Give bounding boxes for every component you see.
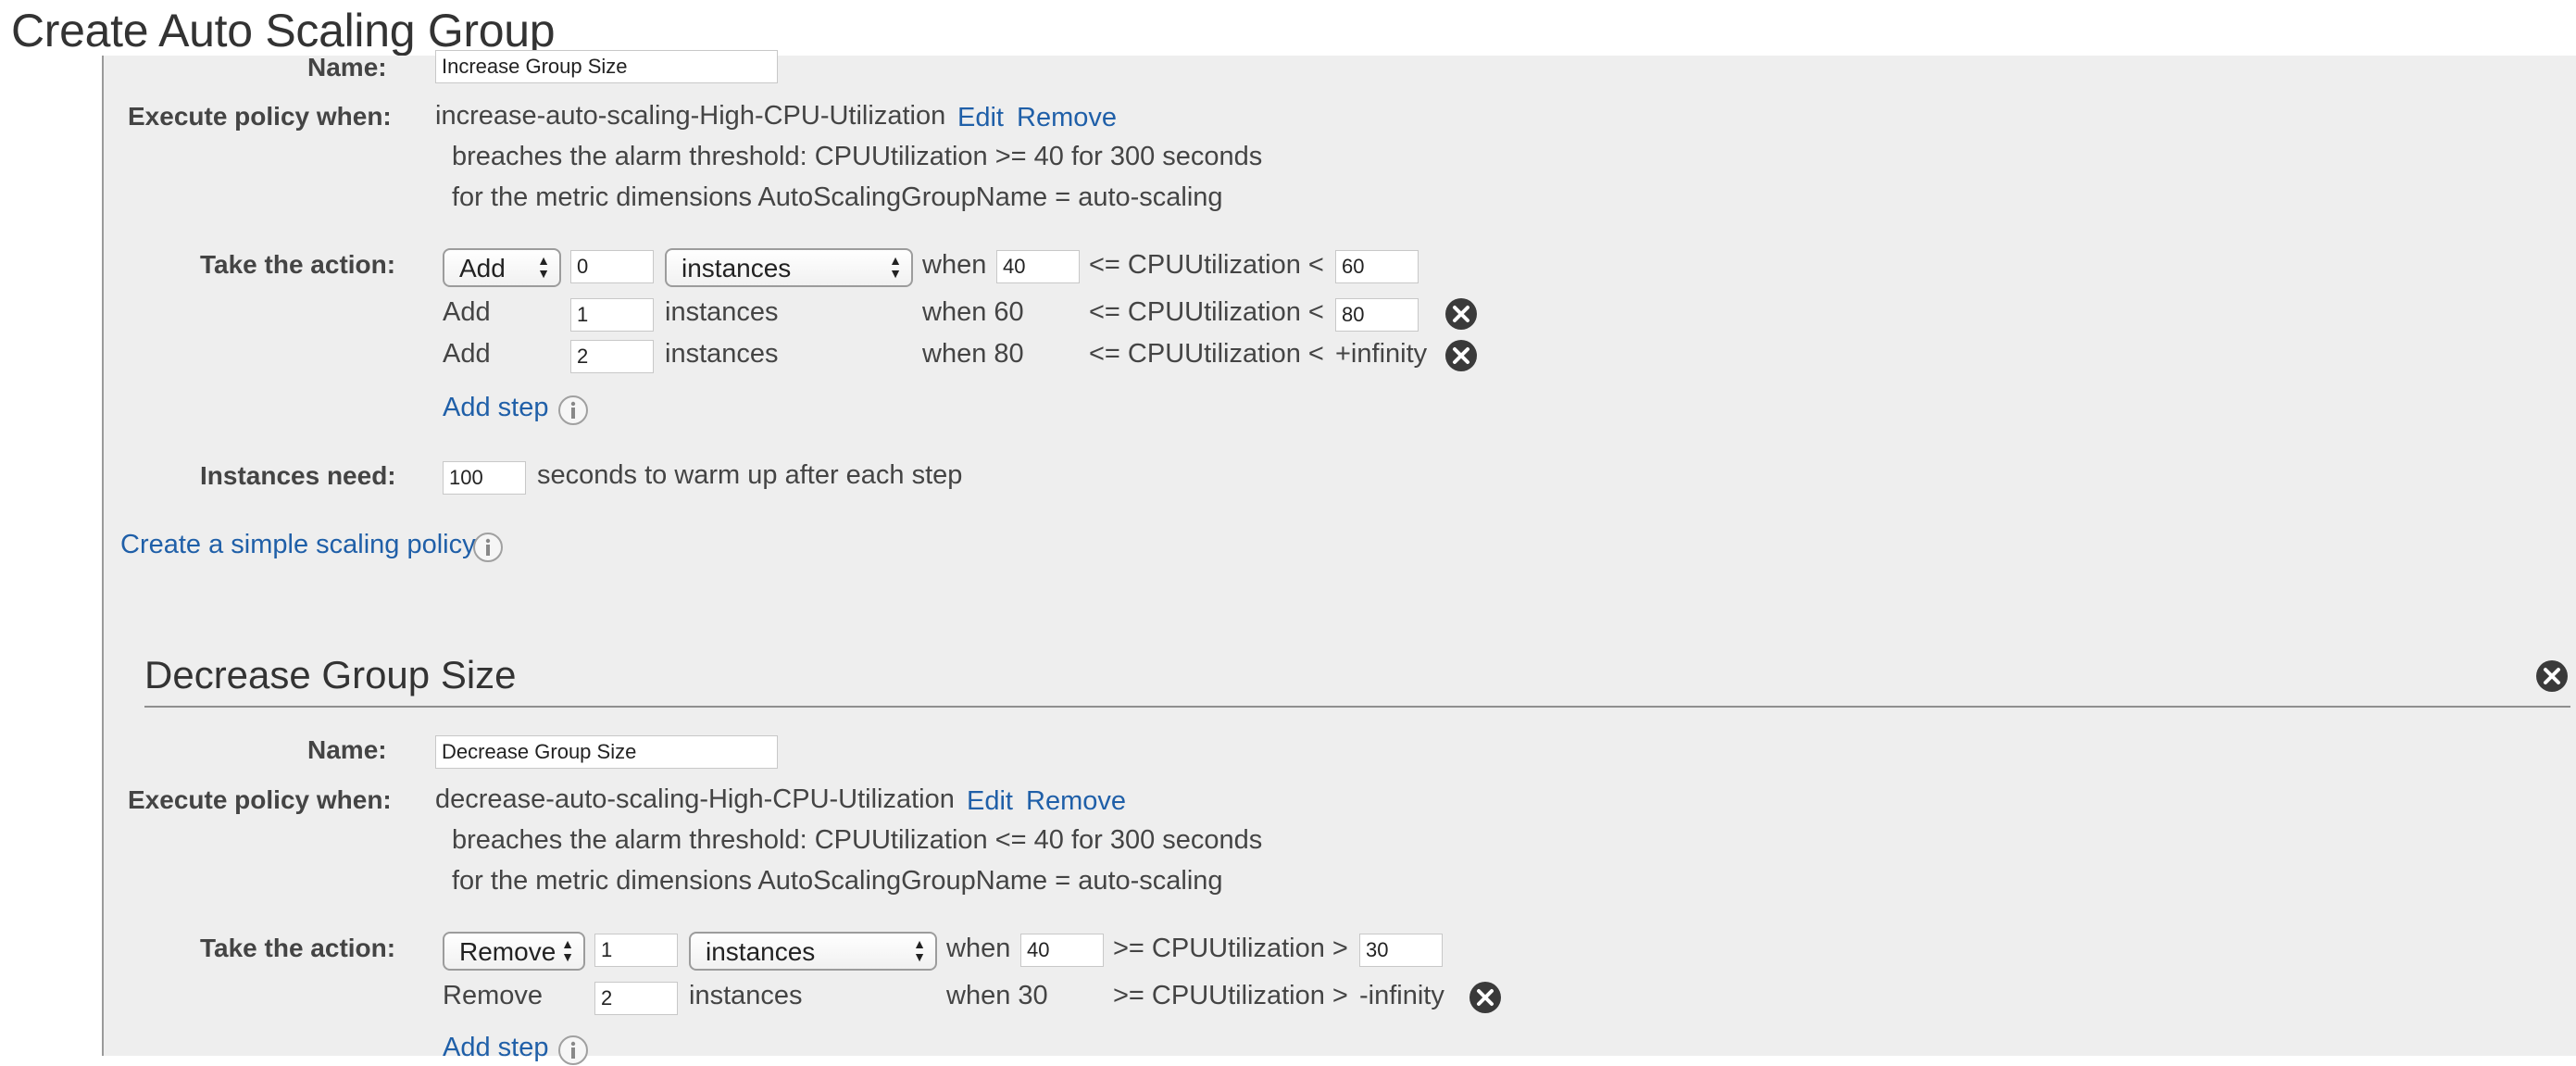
decrease-step1-action-value: Remove bbox=[459, 937, 556, 966]
decrease-step2-upper: -infinity bbox=[1359, 981, 1444, 1010]
decrease-step2-when: when 30 bbox=[946, 981, 1048, 1010]
section-divider bbox=[144, 706, 2570, 708]
increase-alarm-name: increase-auto-scaling-High-CPU-Utilizati… bbox=[435, 101, 946, 131]
decrease-action-label: Take the action: bbox=[200, 934, 396, 962]
increase-warmup-input[interactable] bbox=[443, 461, 526, 495]
increase-remove-link[interactable]: Remove bbox=[1017, 103, 1117, 133]
select-arrows-icon: ▲ ▼ bbox=[889, 253, 902, 281]
info-icon[interactable] bbox=[557, 395, 589, 426]
decrease-step2-unit: instances bbox=[689, 981, 803, 1010]
decrease-step2-action: Remove bbox=[443, 981, 543, 1010]
decrease-alarm-name: decrease-auto-scaling-High-CPU-Utilizati… bbox=[435, 784, 955, 814]
increase-step1-unit-select[interactable]: instances ▲ ▼ bbox=[665, 248, 913, 287]
info-icon[interactable] bbox=[472, 532, 504, 563]
increase-step1-upper-input[interactable] bbox=[1335, 250, 1419, 283]
decrease-step1-operator: >= CPUUtilization > bbox=[1113, 934, 1348, 963]
scaling-policies-panel: Name: Execute policy when: increase-auto… bbox=[102, 50, 2576, 1065]
decrease-remove-link[interactable]: Remove bbox=[1026, 786, 1126, 817]
decrease-step1-upper-input[interactable] bbox=[1359, 934, 1443, 967]
increase-step3-count-input[interactable] bbox=[570, 340, 654, 373]
select-arrows-icon: ▲ ▼ bbox=[537, 253, 550, 281]
increase-step1-when: when bbox=[922, 250, 987, 280]
increase-name-input[interactable] bbox=[435, 50, 778, 83]
increase-step3-upper: +infinity bbox=[1335, 339, 1428, 369]
remove-step-icon[interactable] bbox=[1444, 297, 1478, 331]
remove-step-icon[interactable] bbox=[1444, 339, 1478, 372]
increase-step1-count-input[interactable] bbox=[570, 250, 654, 283]
decrease-name-label: Name: bbox=[307, 735, 387, 764]
increase-step1-lower-input[interactable] bbox=[996, 250, 1080, 283]
remove-policy-icon[interactable] bbox=[2535, 659, 2569, 693]
decrease-add-step-link[interactable]: Add step bbox=[443, 1033, 548, 1063]
decrease-step1-unit-select[interactable]: instances ▲ ▼ bbox=[689, 932, 937, 971]
increase-warmup-text: seconds to warm up after each step bbox=[537, 460, 963, 490]
increase-step1-action-value: Add bbox=[459, 254, 506, 282]
increase-step2-unit: instances bbox=[665, 297, 779, 327]
decrease-dimensions-text: for the metric dimensions AutoScalingGro… bbox=[452, 866, 1223, 896]
info-icon[interactable] bbox=[557, 1035, 589, 1066]
increase-step1-action-select[interactable]: Add ▲ ▼ bbox=[443, 248, 561, 287]
select-arrows-icon: ▲ ▼ bbox=[913, 936, 926, 964]
increase-step2-count-input[interactable] bbox=[570, 298, 654, 332]
decrease-step1-count-input[interactable] bbox=[594, 934, 678, 967]
increase-action-label: Take the action: bbox=[200, 250, 396, 279]
increase-add-step-link[interactable]: Add step bbox=[443, 393, 548, 423]
increase-warmup-label: Instances need: bbox=[200, 461, 396, 490]
increase-name-label: Name: bbox=[307, 53, 387, 82]
decrease-step2-operator: >= CPUUtilization > bbox=[1113, 981, 1348, 1010]
increase-step2-operator: <= CPUUtilization < bbox=[1089, 297, 1324, 327]
decrease-breach-text: breaches the alarm threshold: CPUUtiliza… bbox=[452, 825, 1263, 855]
increase-step1-operator: <= CPUUtilization < bbox=[1089, 250, 1324, 280]
increase-step3-unit: instances bbox=[665, 339, 779, 369]
increase-step3-action: Add bbox=[443, 339, 491, 369]
decrease-step1-unit-value: instances bbox=[706, 937, 816, 966]
decrease-step1-when: when bbox=[946, 934, 1011, 963]
decrease-step2-count-input[interactable] bbox=[594, 982, 678, 1015]
increase-step1-unit-value: instances bbox=[682, 254, 792, 282]
decrease-edit-link[interactable]: Edit bbox=[967, 786, 1013, 817]
decrease-name-input[interactable] bbox=[435, 735, 778, 769]
decrease-execute-label: Execute policy when: bbox=[128, 785, 392, 814]
increase-execute-label: Execute policy when: bbox=[128, 102, 392, 131]
decrease-section-title: Decrease Group Size bbox=[144, 653, 517, 696]
increase-step2-when: when 60 bbox=[922, 297, 1024, 327]
create-simple-policy-link[interactable]: Create a simple scaling policy bbox=[120, 530, 476, 560]
increase-step2-action: Add bbox=[443, 297, 491, 327]
remove-step-icon[interactable] bbox=[1469, 981, 1502, 1014]
increase-step2-upper-input[interactable] bbox=[1335, 298, 1419, 332]
increase-step3-when: when 80 bbox=[922, 339, 1024, 369]
increase-step3-operator: <= CPUUtilization < bbox=[1089, 339, 1324, 369]
decrease-step1-lower-input[interactable] bbox=[1020, 934, 1104, 967]
increase-breach-text: breaches the alarm threshold: CPUUtiliza… bbox=[452, 142, 1263, 171]
increase-dimensions-text: for the metric dimensions AutoScalingGro… bbox=[452, 182, 1223, 212]
select-arrows-icon: ▲ ▼ bbox=[561, 936, 574, 964]
decrease-step1-action-select[interactable]: Remove ▲ ▼ bbox=[443, 932, 585, 971]
increase-edit-link[interactable]: Edit bbox=[957, 103, 1004, 133]
